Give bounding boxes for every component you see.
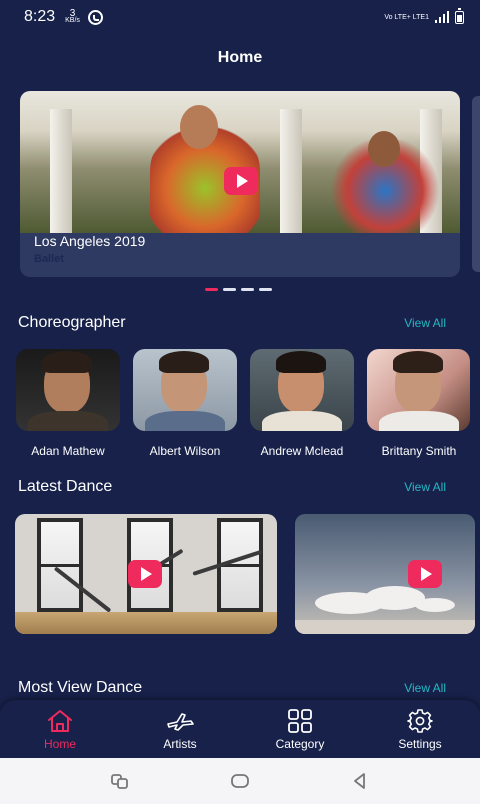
- nav-home-label: Home: [43, 736, 76, 751]
- choreographer-view-all[interactable]: View All: [404, 316, 446, 330]
- home-icon: [45, 708, 75, 734]
- back-icon[interactable]: [348, 769, 372, 793]
- carousel-dot[interactable]: [205, 288, 218, 291]
- most-view-view-all[interactable]: View All: [404, 681, 446, 695]
- carousel-dot[interactable]: [259, 288, 272, 291]
- battery-icon: [455, 7, 464, 24]
- signal-icon: [435, 11, 449, 23]
- dance-play-button[interactable]: [408, 560, 442, 588]
- network-type: Vo LTE+ LTE1: [384, 13, 429, 21]
- nav-category-label: Category: [275, 736, 325, 751]
- hero-card[interactable]: Los Angeles 2019 Ballet: [20, 91, 460, 277]
- choreographer-card[interactable]: [16, 349, 120, 431]
- dance-play-button[interactable]: [128, 560, 162, 588]
- choreographer-card[interactable]: [250, 349, 354, 431]
- choreographer-name: Brittany Smith: [381, 444, 457, 458]
- hero-image: [20, 91, 460, 233]
- whatsapp-icon: [87, 9, 103, 25]
- latest-dance-view-all[interactable]: View All: [404, 480, 446, 494]
- nav-home[interactable]: Home: [0, 700, 120, 758]
- choreographer-card[interactable]: [133, 349, 237, 431]
- artists-icon: [165, 708, 195, 734]
- home-button-icon[interactable]: [228, 769, 252, 793]
- latest-dance-section-title: Latest Dance: [18, 478, 113, 495]
- nav-settings[interactable]: Settings: [360, 700, 480, 758]
- system-navigation-bar: [0, 758, 480, 804]
- carousel-dot[interactable]: [241, 288, 254, 291]
- status-time: 8:23: [24, 8, 56, 25]
- hero-play-button[interactable]: [224, 167, 258, 195]
- most-view-section-title: Most View Dance: [18, 679, 143, 696]
- nav-artists[interactable]: Artists: [120, 700, 240, 758]
- choreographer-card[interactable]: [367, 349, 470, 431]
- choreographer-name: Albert Wilson: [149, 444, 221, 458]
- recent-apps-icon[interactable]: [108, 769, 132, 793]
- category-icon: [285, 708, 315, 734]
- choreographer-section-title: Choreographer: [18, 314, 126, 331]
- app-header: Home: [0, 34, 480, 82]
- dance-video-card[interactable]: [295, 514, 475, 634]
- settings-icon: [405, 708, 435, 734]
- status-bar: 8:23 3 KB/s Vo LTE+ LTE1: [0, 0, 480, 34]
- hero-subtitle: Ballet: [34, 253, 64, 265]
- nav-artists-label: Artists: [163, 736, 197, 751]
- hero-title: Los Angeles 2019: [34, 233, 146, 249]
- carousel-dot[interactable]: [223, 288, 236, 291]
- page-title: Home: [217, 49, 263, 66]
- network-speed-unit: KB/s: [65, 17, 80, 24]
- dance-video-card[interactable]: [15, 514, 277, 634]
- network-speed-value: 3: [69, 8, 76, 19]
- hero-next-card[interactable]: [472, 96, 480, 272]
- carousel-indicator: [205, 288, 272, 291]
- network-speed: 3 KB/s: [65, 8, 80, 25]
- nav-settings-label: Settings: [398, 736, 442, 751]
- choreographer-name: Adan Mathew: [31, 444, 105, 458]
- choreographer-name: Andrew Mclead: [260, 444, 344, 458]
- nav-category[interactable]: Category: [240, 700, 360, 758]
- bottom-navigation: Home Artists Category Settings: [0, 700, 480, 758]
